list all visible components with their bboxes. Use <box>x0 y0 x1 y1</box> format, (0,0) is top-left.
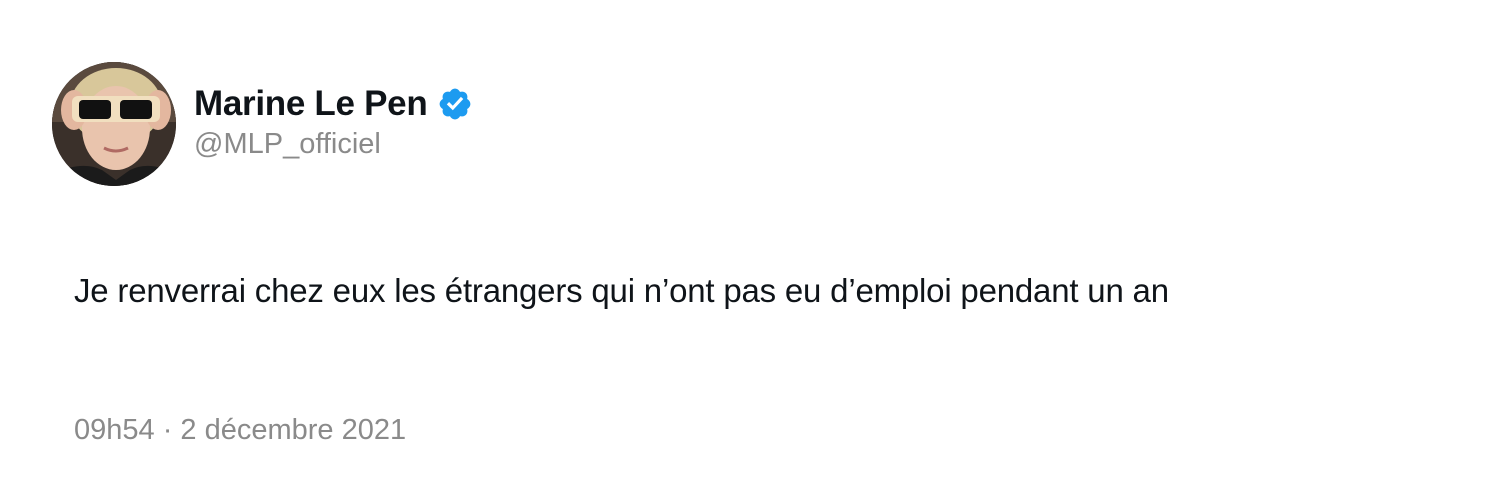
tweet-text: Je renverrai chez eux les étrangers qui … <box>74 272 1169 309</box>
author-handle[interactable]: @MLP_officiel <box>194 128 381 161</box>
avatar[interactable] <box>52 62 176 186</box>
author-display-name[interactable]: Marine Le Pen <box>194 84 428 124</box>
tweet-timestamp[interactable]: 09h54 · 2 décembre 2021 <box>74 414 406 447</box>
avatar-image <box>52 62 176 186</box>
verified-badge-icon <box>437 86 473 122</box>
tweet-card: Marine Le Pen @MLP_officiel Je renverrai… <box>0 0 1500 500</box>
author-name-row: Marine Le Pen <box>194 80 473 128</box>
